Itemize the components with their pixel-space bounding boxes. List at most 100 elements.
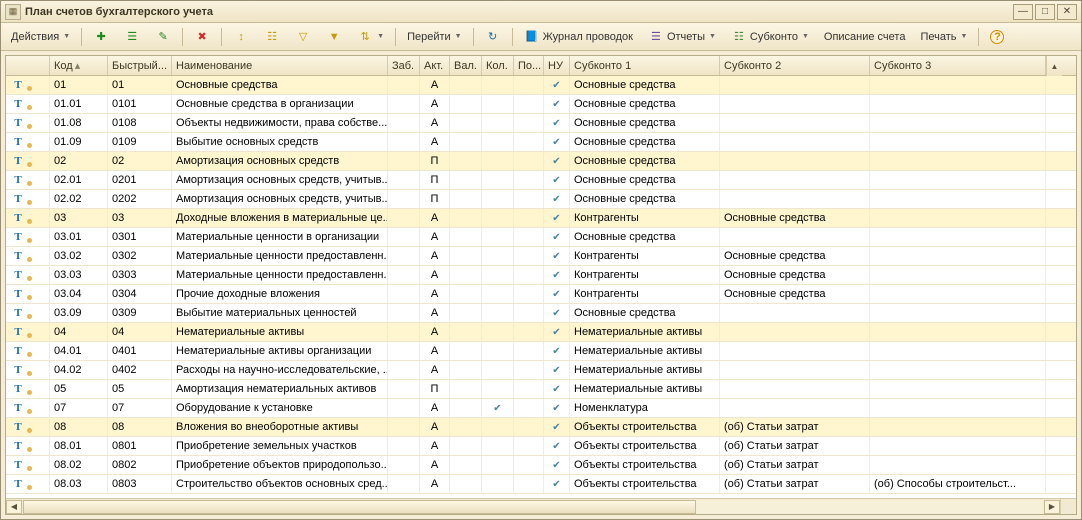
hierarchy-button[interactable]: ☷ <box>258 26 286 48</box>
table-row[interactable]: T0808Вложения во внеоборотные активыА✔Об… <box>6 418 1076 437</box>
cell-po <box>514 418 544 436</box>
cell-nu: ✔ <box>544 475 570 493</box>
cell-sub1: Объекты строительства <box>570 475 720 493</box>
col-po[interactable]: По... <box>514 56 544 75</box>
cell-code: 03.04 <box>50 285 108 303</box>
table-row[interactable]: T03.040304Прочие доходные вложенияА✔Конт… <box>6 285 1076 304</box>
table-row[interactable]: T0202Амортизация основных средствП✔Основ… <box>6 152 1076 171</box>
cell-nu: ✔ <box>544 171 570 189</box>
account-icon: T <box>10 344 26 358</box>
cell-zab <box>388 399 420 417</box>
table-row[interactable]: T01.080108Объекты недвижимости, права со… <box>6 114 1076 133</box>
delete-button[interactable]: ✖ <box>188 26 216 48</box>
table-row[interactable]: T04.010401Нематериальные активы организа… <box>6 342 1076 361</box>
actions-menu[interactable]: Действия▼ <box>5 28 76 46</box>
move-button[interactable]: ↕ <box>227 26 255 48</box>
table-row[interactable]: T0505Амортизация нематериальных активовП… <box>6 380 1076 399</box>
table-row[interactable]: T08.010801Приобретение земельных участко… <box>6 437 1076 456</box>
col-sub1[interactable]: Субконто 1 <box>570 56 720 75</box>
table-row[interactable]: T03.020302Материальные ценности предоста… <box>6 247 1076 266</box>
col-icon[interactable] <box>6 56 50 75</box>
table-row[interactable]: T03.030303Материальные ценности предоста… <box>6 266 1076 285</box>
add-button[interactable]: ✚ <box>87 26 115 48</box>
cell-nu: ✔ <box>544 418 570 436</box>
refresh-button[interactable]: ↻ <box>479 26 507 48</box>
cell-val <box>450 228 482 246</box>
table-row[interactable]: T04.020402Расходы на научно-исследовател… <box>6 361 1076 380</box>
cell-fast: 0401 <box>108 342 172 360</box>
cell-sub1: Основные средства <box>570 133 720 151</box>
reports-menu[interactable]: ☰Отчеты▼ <box>642 26 722 48</box>
table-row[interactable]: T08.030803Строительство объектов основны… <box>6 475 1076 494</box>
cell-kol <box>482 437 514 455</box>
cell-sub2 <box>720 399 870 417</box>
maximize-button[interactable]: □ <box>1035 4 1055 20</box>
cell-zab <box>388 209 420 227</box>
add-group-button[interactable]: ☰ <box>118 26 146 48</box>
col-kol[interactable]: Кол. <box>482 56 514 75</box>
table-row[interactable]: T03.090309Выбытие материальных ценностей… <box>6 304 1076 323</box>
edit-button[interactable]: ✎ <box>149 26 177 48</box>
cell-sub1: Объекты строительства <box>570 437 720 455</box>
col-val[interactable]: Вал. <box>450 56 482 75</box>
col-sub3[interactable]: Субконто 3 <box>870 56 1046 75</box>
cell-nu: ✔ <box>544 342 570 360</box>
add-group-icon: ☰ <box>124 29 140 45</box>
col-zab[interactable]: Заб. <box>388 56 420 75</box>
filter-button[interactable]: ▽ <box>289 26 317 48</box>
table-row[interactable]: T0303Доходные вложения в материальные це… <box>6 209 1076 228</box>
h-scroll-track[interactable] <box>23 500 1043 514</box>
col-fast[interactable]: Быстрый... <box>108 56 172 75</box>
cell-po <box>514 114 544 132</box>
grid-body[interactable]: T0101Основные средстваА✔Основные средств… <box>6 76 1076 498</box>
cell-sub3 <box>870 171 1046 189</box>
col-nu[interactable]: НУ <box>544 56 570 75</box>
journal-button[interactable]: 📘Журнал проводок <box>518 26 639 48</box>
cell-akt: А <box>420 456 450 474</box>
col-code[interactable]: Код▴ <box>50 56 108 75</box>
cell-icon: T <box>6 133 50 151</box>
goto-menu[interactable]: Перейти▼ <box>401 28 468 46</box>
h-scroll-thumb[interactable] <box>23 500 696 514</box>
account-icon: T <box>10 382 26 396</box>
col-akt[interactable]: Акт. <box>420 56 450 75</box>
cell-po <box>514 437 544 455</box>
scroll-left-button[interactable]: ◀ <box>6 500 22 514</box>
subkonto-menu[interactable]: ☷Субконто▼ <box>725 26 815 48</box>
window: ▦ План счетов бухгалтерского учета — □ ✕… <box>0 0 1082 520</box>
table-row[interactable]: T0404Нематериальные активыА✔Нематериальн… <box>6 323 1076 342</box>
scroll-up-button[interactable]: ▲ <box>1046 56 1062 76</box>
cell-akt: А <box>420 342 450 360</box>
cell-sub3 <box>870 247 1046 265</box>
table-row[interactable]: T02.010201Амортизация основных средств, … <box>6 171 1076 190</box>
cell-akt: П <box>420 171 450 189</box>
table-row[interactable]: T01.090109Выбытие основных средствА✔Осно… <box>6 133 1076 152</box>
cell-zab <box>388 228 420 246</box>
minimize-button[interactable]: — <box>1013 4 1033 20</box>
scroll-right-button[interactable]: ▶ <box>1044 500 1060 514</box>
filter-off-button[interactable]: ▼ <box>320 26 348 48</box>
table-row[interactable]: T08.020802Приобретение объектов природоп… <box>6 456 1076 475</box>
print-menu[interactable]: Печать▼ <box>914 28 973 46</box>
table-row[interactable]: T0707Оборудование к установкеА✔✔Номенкла… <box>6 399 1076 418</box>
description-button[interactable]: Описание счета <box>818 28 912 46</box>
table-row[interactable]: T01.010101Основные средства в организаци… <box>6 95 1076 114</box>
col-sub2[interactable]: Субконто 2 <box>720 56 870 75</box>
close-button[interactable]: ✕ <box>1057 4 1077 20</box>
account-icon: T <box>10 211 26 225</box>
table-row[interactable]: T0101Основные средстваА✔Основные средств… <box>6 76 1076 95</box>
table-row[interactable]: T03.010301Материальные ценности в органи… <box>6 228 1076 247</box>
cell-sub3: (об) Способы строительст... <box>870 475 1046 493</box>
sort-button[interactable]: ⇅▼ <box>351 26 390 48</box>
cell-akt: П <box>420 152 450 170</box>
help-button[interactable]: ? <box>984 27 1010 47</box>
table-row[interactable]: T02.020202Амортизация основных средств, … <box>6 190 1076 209</box>
cell-code: 07 <box>50 399 108 417</box>
cell-zab <box>388 285 420 303</box>
cell-val <box>450 456 482 474</box>
cell-val <box>450 380 482 398</box>
cell-code: 03.03 <box>50 266 108 284</box>
col-name[interactable]: Наименование <box>172 56 388 75</box>
account-icon: T <box>10 78 26 92</box>
cell-zab <box>388 114 420 132</box>
